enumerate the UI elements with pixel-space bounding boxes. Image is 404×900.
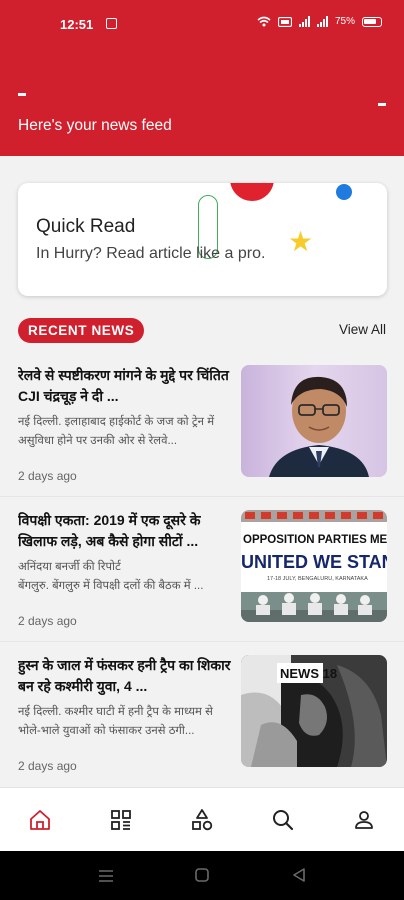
news-title[interactable]: हुस्न के जाल में फंसकर हनी ट्रैप का शिका… (18, 655, 236, 697)
wifi-icon (257, 16, 271, 27)
thumb-banner-line-3: 17-18 JULY, BENGALURU, KARNATAKA (267, 576, 368, 582)
battery-icon (362, 16, 382, 27)
news-thumbnail[interactable] (241, 365, 387, 477)
news-item[interactable]: हुस्न के जाल में फंसकर हनी ट्रैप का शिका… (18, 655, 387, 775)
conference-image: OPPOSITION PARTIES ME UNITED WE STAN 17-… (241, 510, 387, 622)
header-mark-right (378, 103, 386, 106)
news-title[interactable]: विपक्षी एकता: 2019 में एक दूसरे के खिलाफ… (18, 510, 236, 552)
quick-read-subtitle: In Hurry? Read article like a pro. (36, 245, 266, 262)
decorative-blue-dot (336, 184, 352, 200)
news-date: 2 days ago (18, 469, 77, 483)
status-bar: 12:51 75% (0, 0, 404, 52)
volte-icon (277, 16, 292, 27)
recent-apps-icon[interactable] (98, 869, 114, 883)
page-title: Here's your news feed (18, 117, 172, 134)
news-summary: अनिंदया बनर्जी की रिपोर्ट बेंगलुरु. बेंग… (18, 561, 204, 592)
news18-logo: NEWS 18 (280, 666, 337, 681)
news-date: 2 days ago (18, 614, 77, 628)
quick-read-title: Quick Read (36, 216, 136, 237)
news-item[interactable]: रेलवे से स्पष्टीकरण मांगने के मुद्दे पर … (18, 365, 387, 485)
news-item[interactable]: विपक्षी एकता: 2019 में एक दूसरे के खिलाफ… (18, 510, 387, 630)
portrait-image (241, 365, 387, 477)
news-summary: नई दिल्ली. इलाहाबाद हाईकोर्ट के जज को ट्… (18, 416, 215, 447)
categories-icon[interactable] (109, 808, 133, 832)
divider (0, 496, 404, 497)
thumb-banner-line-2: UNITED WE STAN (241, 552, 387, 572)
news-title[interactable]: रेलवे से स्पष्टीकरण मांगने के मुद्दे पर … (18, 365, 236, 407)
photo-notification-icon (106, 18, 117, 29)
thumb-banner-line-1: OPPOSITION PARTIES ME (243, 534, 387, 546)
quick-read-card[interactable]: ★ Quick Read In Hurry? Read article like… (18, 183, 387, 296)
honeytrap-image: NEWS 18 (241, 655, 387, 767)
news-summary: नई दिल्ली. कश्मीर घाटी में हनी ट्रैप के … (18, 706, 213, 737)
system-nav-bar (0, 851, 404, 900)
header-mark-left (18, 93, 26, 96)
status-indicators: 75% (257, 16, 382, 27)
divider (0, 641, 404, 642)
back-icon[interactable] (292, 868, 306, 882)
profile-icon[interactable] (352, 808, 376, 832)
signal-icon-2 (316, 16, 328, 27)
star-icon: ★ (288, 226, 314, 257)
shapes-icon[interactable] (190, 808, 214, 832)
search-icon[interactable] (271, 808, 295, 832)
news-thumbnail[interactable]: OPPOSITION PARTIES ME UNITED WE STAN 17-… (241, 510, 387, 622)
battery-percent: 75% (334, 16, 355, 27)
home-button-icon[interactable] (195, 868, 209, 882)
bottom-nav (0, 787, 404, 851)
news-thumbnail[interactable]: NEWS 18 (241, 655, 387, 767)
decorative-red-circle (230, 183, 274, 201)
view-all-link[interactable]: View All (339, 322, 386, 337)
signal-icon-1 (298, 16, 310, 27)
header: Here's your news feed (0, 52, 404, 156)
recent-news-badge: RECENT NEWS (18, 318, 145, 343)
status-time: 12:51 (60, 17, 94, 32)
news-date: 2 days ago (18, 759, 77, 773)
home-icon[interactable] (28, 808, 52, 832)
